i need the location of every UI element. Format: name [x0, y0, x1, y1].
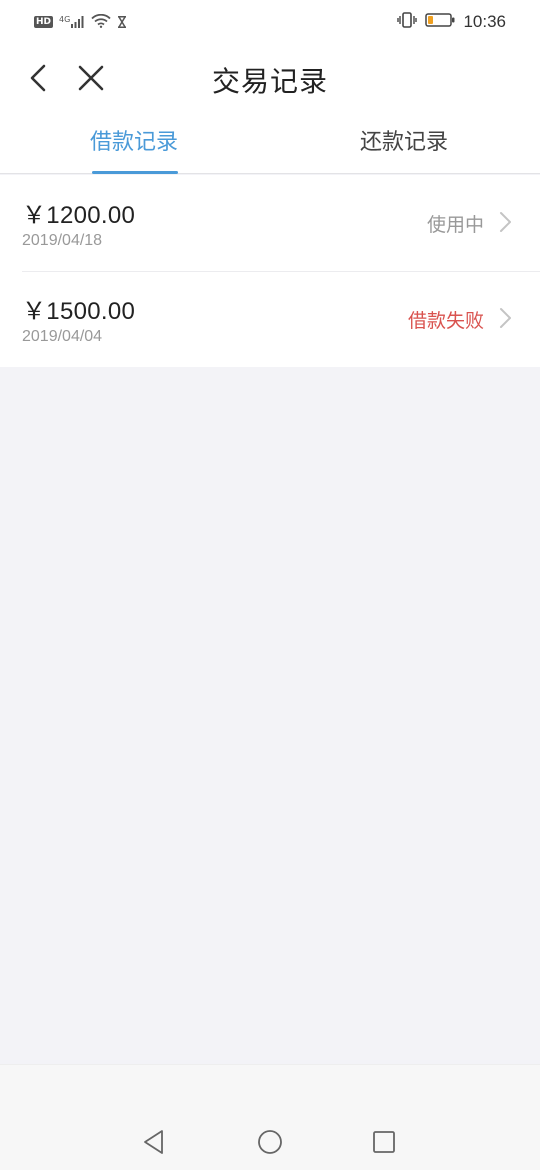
record-date: 2019/04/04 [22, 328, 103, 345]
tab-label: 还款记录 [360, 130, 449, 155]
tab-loan-records[interactable]: 借款记录 [0, 112, 270, 174]
wifi-icon [91, 13, 111, 32]
record-status: 使用中 [426, 214, 484, 236]
tab-bar: 借款记录 还款记录 [0, 112, 540, 174]
back-triangle-icon [144, 1130, 163, 1154]
record-list: ￥1200.00 2019/04/18 使用中 ￥1500.00 2019/04… [0, 175, 540, 367]
status-bar: HD 4G 10:36 [0, 0, 540, 44]
status-right: 10:36 [397, 12, 506, 32]
hd-icon: HD [34, 16, 54, 28]
record-date: 2019/04/18 [22, 232, 103, 249]
tab-label: 借款记录 [90, 130, 179, 155]
tab-active-indicator [92, 171, 178, 174]
header: 交易记录 [0, 44, 540, 112]
record-status: 借款失败 [407, 310, 484, 332]
record-row[interactable]: ￥1500.00 2019/04/04 借款失败 [0, 271, 540, 367]
recents-square-icon [373, 1131, 395, 1153]
nav-back-button[interactable] [137, 1125, 171, 1159]
home-circle-icon [258, 1130, 282, 1154]
page-title: 交易记录 [211, 65, 328, 98]
record-row[interactable]: ￥1200.00 2019/04/18 使用中 [0, 175, 540, 271]
nav-home-button[interactable] [253, 1125, 287, 1159]
row-divider [22, 271, 540, 272]
vibrate-icon [397, 12, 418, 32]
battery-icon [425, 12, 455, 32]
signal-icon: 4G [59, 16, 85, 28]
record-amount: ￥1500.00 [22, 298, 136, 325]
status-left: HD 4G [34, 13, 127, 32]
hourglass-icon [117, 13, 127, 32]
chevron-right-icon [496, 209, 516, 235]
record-amount: ￥1200.00 [22, 202, 136, 229]
chevron-right-icon [496, 305, 516, 331]
network-type-label: 4G [59, 15, 71, 24]
status-time: 10:36 [463, 12, 506, 31]
system-nav-bar [0, 1064, 540, 1170]
tab-repayment-records[interactable]: 还款记录 [270, 112, 540, 174]
nav-recents-button[interactable] [367, 1125, 401, 1159]
